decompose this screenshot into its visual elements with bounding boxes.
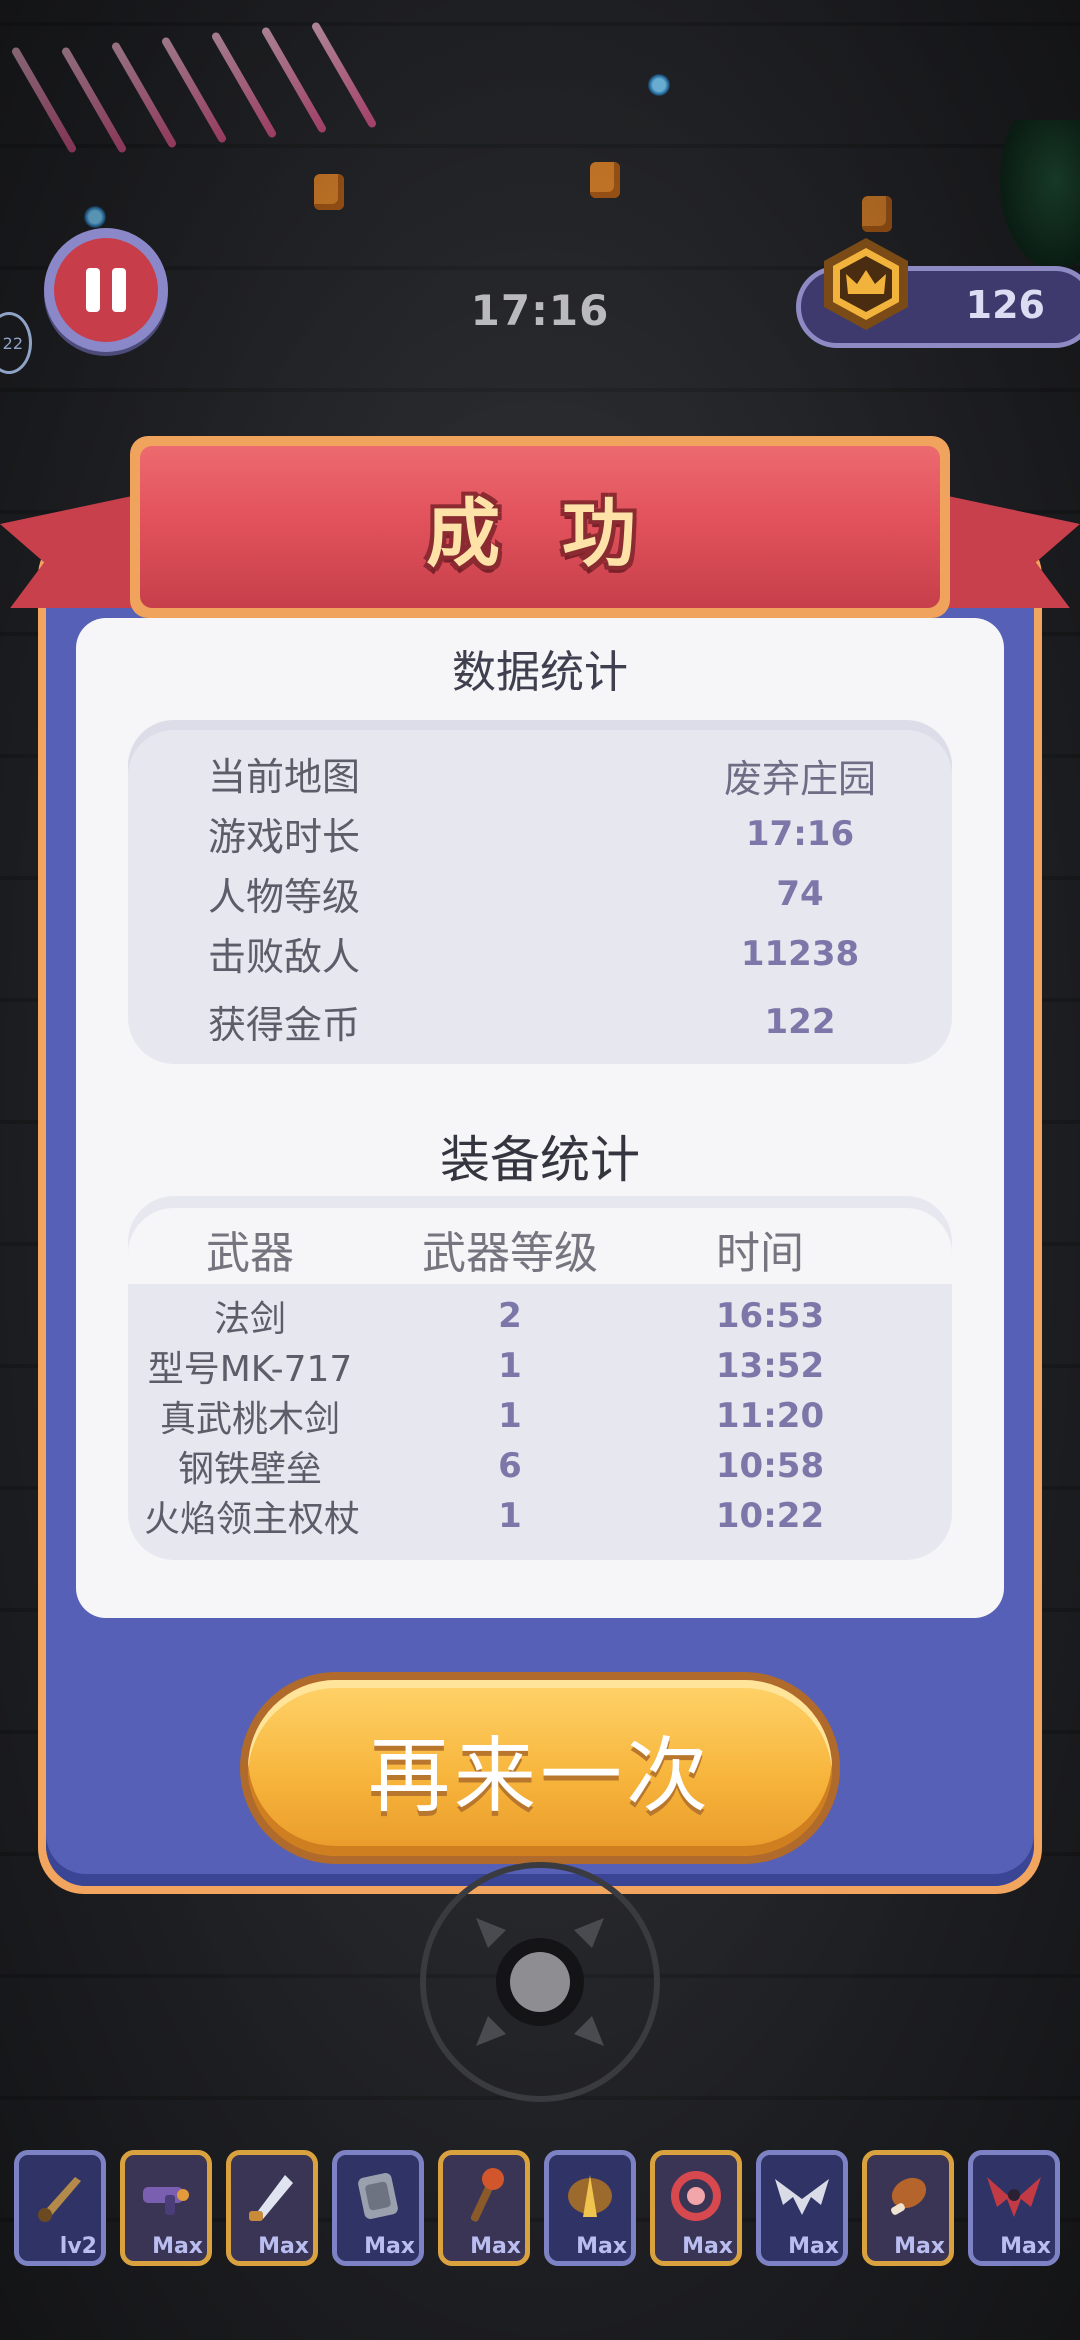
crown-icon: [824, 238, 908, 330]
slot-level: Max: [682, 2234, 733, 2259]
stat-value-gold: 122: [764, 1002, 836, 1042]
slot-level: Max: [152, 2234, 203, 2259]
weapon-slot[interactable]: Max: [650, 2150, 742, 2266]
equip-row-time: 13:52: [715, 1346, 825, 1386]
weapon-slot[interactable]: Max: [120, 2150, 212, 2266]
equip-row-level: 1: [498, 1396, 522, 1436]
equip-row-name: 型号MK-717: [147, 1349, 353, 1390]
slot-level: Max: [470, 2234, 521, 2259]
coin-value: 126: [965, 283, 1045, 327]
shield-icon: [358, 2173, 398, 2219]
equip-row-time: 10:22: [715, 1496, 825, 1536]
stat-value-duration: 17:16: [745, 814, 855, 854]
weapon-slot[interactable]: Max: [968, 2150, 1060, 2266]
equip-row-name: 火焰领主权杖: [143, 1499, 360, 1540]
equip-row-level: 1: [498, 1496, 522, 1536]
col-header-weapon-level: 武器等级: [422, 1228, 598, 1279]
weapon-slot[interactable]: Max: [226, 2150, 318, 2266]
title-ribbon: 成 功: [130, 436, 950, 618]
weapon-slot[interactable]: Max: [438, 2150, 530, 2266]
equip-row-time: 11:20: [715, 1396, 825, 1436]
retry-button[interactable]: 再来一次: [240, 1672, 840, 1864]
weapon-slot[interactable]: lv2: [14, 2150, 106, 2266]
equip-row-time: 16:53: [715, 1296, 825, 1336]
slot-level: Max: [788, 2234, 839, 2259]
scepter-icon: [470, 2168, 504, 2222]
demon-wings-icon: [987, 2177, 1041, 2217]
meat-icon: [891, 2177, 927, 2215]
retry-label: 再来一次: [367, 1728, 712, 1824]
slot-level: Max: [1000, 2234, 1051, 2259]
stat-value-map: 废弃庄园: [723, 757, 876, 801]
dialog-title: 成 功: [426, 490, 654, 577]
stat-label-level: 人物等级: [208, 875, 361, 919]
data-section-title: 数据统计: [452, 647, 628, 698]
stat-label-duration: 游戏时长: [208, 815, 361, 859]
slot-level: Max: [364, 2234, 415, 2259]
weapon-slot-bar: lv2 Max Max Max Max Max Max Max Max Max: [14, 2150, 1076, 2270]
weapon-slot[interactable]: Max: [332, 2150, 424, 2266]
stat-value-kills: 11238: [740, 934, 860, 974]
equip-row-name: 钢铁壁垒: [177, 1449, 322, 1490]
equip-section-title: 装备统计: [440, 1131, 640, 1189]
bat-wings-icon: [775, 2179, 829, 2215]
slot-level: lv2: [59, 2234, 97, 2259]
blade-icon: [249, 2175, 293, 2221]
stat-label-map: 当前地图: [208, 755, 361, 799]
wing-blade-icon: [568, 2175, 612, 2217]
ring-icon: [671, 2171, 721, 2221]
virtual-joystick[interactable]: [420, 1862, 660, 2102]
slot-level: Max: [258, 2234, 309, 2259]
stat-label-gold: 获得金币: [208, 1003, 361, 1047]
weapon-slot[interactable]: Max: [544, 2150, 636, 2266]
stat-label-kills: 击败敌人: [208, 935, 361, 979]
equip-row-name: 真武桃木剑: [159, 1399, 340, 1440]
joystick-arrows-icon: [476, 1918, 604, 2046]
slot-level: Max: [894, 2234, 945, 2259]
equip-row-name: 法剑: [213, 1299, 286, 1340]
weapon-slot[interactable]: Max: [862, 2150, 954, 2266]
equip-row-level: 6: [498, 1446, 522, 1486]
stat-value-level: 74: [776, 874, 824, 914]
gun-icon: [143, 2187, 189, 2215]
sword-icon: [38, 2177, 81, 2222]
weapon-slot[interactable]: Max: [756, 2150, 848, 2266]
equip-row-level: 2: [498, 1296, 522, 1336]
equip-row-level: 1: [498, 1346, 522, 1386]
slot-level: Max: [576, 2234, 627, 2259]
col-header-weapon: 武器: [206, 1228, 294, 1279]
equip-row-time: 10:58: [715, 1446, 825, 1486]
col-header-time: 时间: [716, 1228, 804, 1279]
